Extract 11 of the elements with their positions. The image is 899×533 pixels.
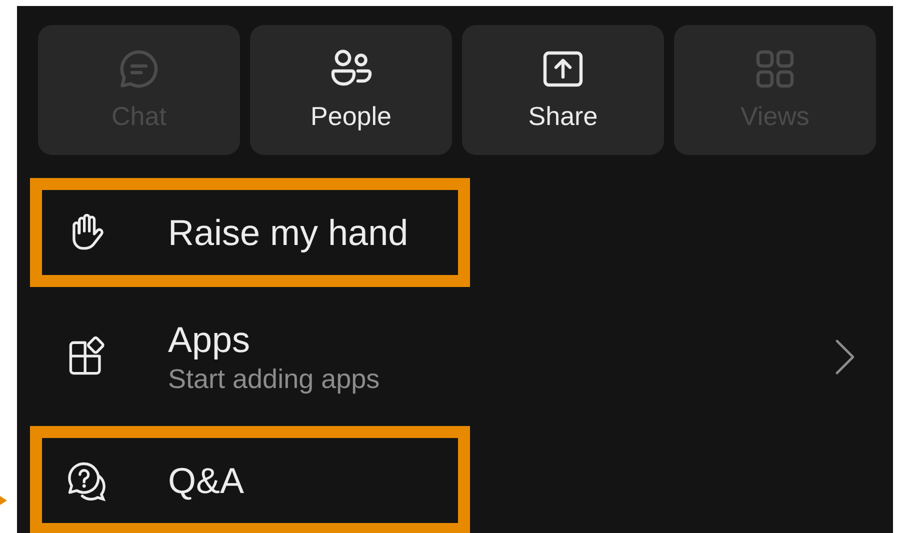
menu-row[interactable]: Raise my hand [30, 178, 470, 287]
tile-button[interactable]: People [250, 25, 452, 155]
menu-row[interactable]: Q&A [30, 426, 470, 533]
menu-row-title: Apps [168, 318, 250, 362]
menu-row[interactable]: Apps Start adding apps [30, 287, 878, 426]
menu-row-subtitle: Start adding apps [168, 362, 380, 396]
tile-button[interactable]: Share [462, 25, 664, 155]
arrow-tip-icon [0, 496, 7, 505]
menu-row-title: Q&A [168, 458, 244, 502]
menu-row-title: Raise my hand [168, 210, 408, 254]
chevron-right-icon [834, 338, 856, 376]
